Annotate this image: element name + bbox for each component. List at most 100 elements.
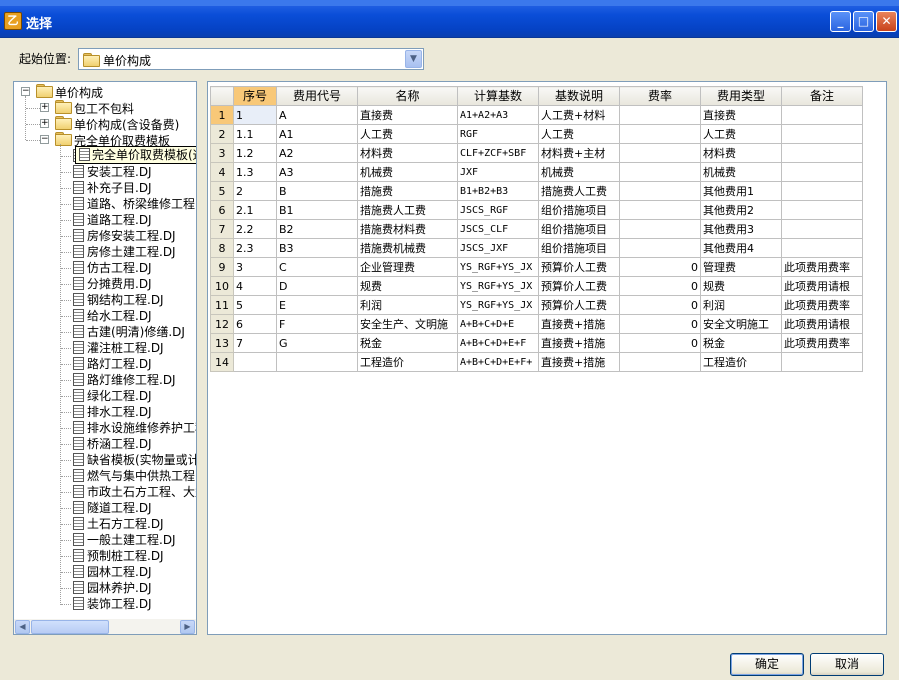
table-cell[interactable]: 0 — [619, 333, 701, 353]
table-cell[interactable]: 2.2 — [233, 219, 277, 239]
tree-file[interactable]: 钢结构工程.DJ — [73, 292, 164, 308]
table-cell[interactable]: JSCS_RGF — [457, 200, 539, 220]
table-cell[interactable] — [781, 200, 863, 220]
tree-file[interactable]: 市政土石方工程、大型.DJ — [73, 484, 196, 500]
tree-file[interactable]: 补充子目.DJ — [73, 180, 152, 196]
tree-file[interactable]: 仿古工程.DJ — [73, 260, 152, 276]
table-row[interactable]: 5 2 B 措施费 B1+B2+B3 措施费人工费 其他费用1 — [210, 181, 863, 201]
tree-file[interactable]: 园林工程.DJ — [73, 564, 152, 580]
tree-file[interactable]: 缺省模板(实物量或计算).DJ — [73, 452, 196, 468]
table-cell[interactable]: 直接费+措施 — [538, 314, 620, 334]
tree-file[interactable]: 土石方工程.DJ — [73, 516, 164, 532]
table-cell[interactable]: JXF — [457, 162, 539, 182]
table-cell[interactable]: YS_RGF+YS_JX — [457, 257, 539, 277]
table-row[interactable]: 3 1.2 A2 材料费 CLF+ZCF+SBF 材料费+主材 材料费 — [210, 143, 863, 163]
table-cell[interactable]: B2 — [276, 219, 358, 239]
scroll-left-icon[interactable]: ◀ — [15, 620, 30, 634]
table-row[interactable]: 9 3 C 企业管理费 YS_RGF+YS_JX 预算价人工费 0 管理费 此项费用费率 — [210, 257, 863, 277]
table-cell[interactable]: 安全文明施工 — [700, 314, 782, 334]
table-cell[interactable]: 直接费+措施 — [538, 352, 620, 372]
table-cell[interactable]: 措施费人工费 — [357, 200, 458, 220]
table-cell[interactable]: 2.3 — [233, 238, 277, 258]
table-cell[interactable] — [619, 352, 701, 372]
tree-file[interactable]: 园林养护.DJ — [73, 580, 152, 596]
folder-toggle-icon[interactable]: + — [40, 103, 49, 112]
table-cell[interactable]: 规费 — [357, 276, 458, 296]
column-header[interactable]: 名称 — [357, 86, 458, 106]
table-cell[interactable]: 安全生产、文明施 — [357, 314, 458, 334]
table-cell[interactable]: RGF — [457, 124, 539, 144]
table-cell[interactable]: 1.3 — [233, 162, 277, 182]
table-cell[interactable]: 3 — [233, 257, 277, 277]
tree-file[interactable]: 安装工程.DJ — [73, 164, 152, 180]
table-cell[interactable]: A2 — [276, 143, 358, 163]
table-cell[interactable]: C — [276, 257, 358, 277]
table-row[interactable]: 6 2.1 B1 措施费人工费 JSCS_RGF 组价措施项目 其他费用2 — [210, 200, 863, 220]
table-cell[interactable]: 管理费 — [700, 257, 782, 277]
table-row[interactable]: 10 4 D 规费 YS_RGF+YS_JX 预算价人工费 0 规费 此项费用请根 — [210, 276, 863, 296]
table-cell[interactable]: 直接费 — [700, 105, 782, 125]
tree-folder[interactable]: 单价构成(含设备费) — [55, 116, 179, 132]
minimize-button[interactable]: _ — [830, 11, 851, 32]
table-cell[interactable]: YS_RGF+YS_JX — [457, 295, 539, 315]
table-cell[interactable] — [781, 162, 863, 182]
table-cell[interactable]: JSCS_JXF — [457, 238, 539, 258]
scroll-thumb[interactable] — [31, 620, 109, 634]
table-cell[interactable] — [276, 352, 358, 372]
table-cell[interactable]: A1 — [276, 124, 358, 144]
table-cell[interactable] — [619, 200, 701, 220]
table-cell[interactable]: 组价措施项目 — [538, 200, 620, 220]
column-header[interactable]: 序号 — [233, 86, 277, 106]
column-header[interactable]: 基数说明 — [538, 86, 620, 106]
table-cell[interactable]: 0 — [619, 276, 701, 296]
tree-folder[interactable]: 包工不包料 — [55, 100, 134, 116]
table-cell[interactable]: 工程造价 — [357, 352, 458, 372]
table-cell[interactable]: 1.1 — [233, 124, 277, 144]
table-cell[interactable] — [619, 105, 701, 125]
table-cell[interactable] — [781, 124, 863, 144]
location-combobox[interactable]: 单价构成 ▼ — [78, 48, 424, 70]
ok-button[interactable]: 确定 — [730, 653, 804, 676]
table-cell[interactable]: A+B+C+D+E+F+ — [457, 352, 539, 372]
table-cell[interactable]: 措施费人工费 — [538, 181, 620, 201]
tree-file[interactable]: 装饰工程.DJ — [73, 596, 152, 612]
table-cell[interactable]: 组价措施项目 — [538, 238, 620, 258]
table-cell[interactable]: 人工费 — [700, 124, 782, 144]
tree-file[interactable]: 道路、桥梁维修工程.DJ — [73, 196, 196, 212]
table-cell[interactable] — [781, 352, 863, 372]
tree-file[interactable]: 道路工程.DJ — [73, 212, 152, 228]
table-cell[interactable]: 此项费用费率 — [781, 333, 863, 353]
table-cell[interactable]: 其他费用2 — [700, 200, 782, 220]
table-cell[interactable]: 2.1 — [233, 200, 277, 220]
table-cell[interactable] — [619, 124, 701, 144]
table-cell[interactable]: A+B+C+D+E+F — [457, 333, 539, 353]
table-cell[interactable]: 直接费+措施 — [538, 333, 620, 353]
table-cell[interactable]: F — [276, 314, 358, 334]
table-cell[interactable]: 1 — [233, 105, 277, 125]
tree-file[interactable]: 路灯维修工程.DJ — [73, 372, 176, 388]
table-cell[interactable]: CLF+ZCF+SBF — [457, 143, 539, 163]
folder-toggle-icon[interactable]: − — [40, 135, 49, 144]
table-cell[interactable]: 措施费材料费 — [357, 219, 458, 239]
column-header[interactable]: 费用类型 — [700, 86, 782, 106]
chevron-down-icon[interactable]: ▼ — [405, 50, 422, 68]
column-header[interactable]: 备注 — [781, 86, 863, 106]
table-row[interactable]: 2 1.1 A1 人工费 RGF 人工费 人工费 — [210, 124, 863, 144]
table-cell[interactable] — [619, 162, 701, 182]
table-cell[interactable]: 材料费+主材 — [538, 143, 620, 163]
table-cell[interactable]: 机械费 — [357, 162, 458, 182]
table-row[interactable]: 11 5 E 利润 YS_RGF+YS_JX 预算价人工费 0 利润 此项费用费率 — [210, 295, 863, 315]
table-cell[interactable] — [619, 219, 701, 239]
table-cell[interactable]: 材料费 — [700, 143, 782, 163]
table-cell[interactable]: 0 — [619, 257, 701, 277]
table-cell[interactable]: 7 — [233, 333, 277, 353]
table-cell[interactable]: B1+B2+B3 — [457, 181, 539, 201]
table-cell[interactable]: 此项费用费率 — [781, 257, 863, 277]
title-bar[interactable]: 乙 选择 _ □ ✕ — [0, 0, 899, 38]
table-cell[interactable]: B — [276, 181, 358, 201]
tree-root[interactable]: 单价构成 — [36, 84, 103, 100]
tree-file[interactable]: 给水工程.DJ — [73, 308, 152, 324]
table-cell[interactable]: 利润 — [357, 295, 458, 315]
collapse-root-icon[interactable]: − — [21, 87, 30, 96]
table-cell[interactable]: 2 — [233, 181, 277, 201]
